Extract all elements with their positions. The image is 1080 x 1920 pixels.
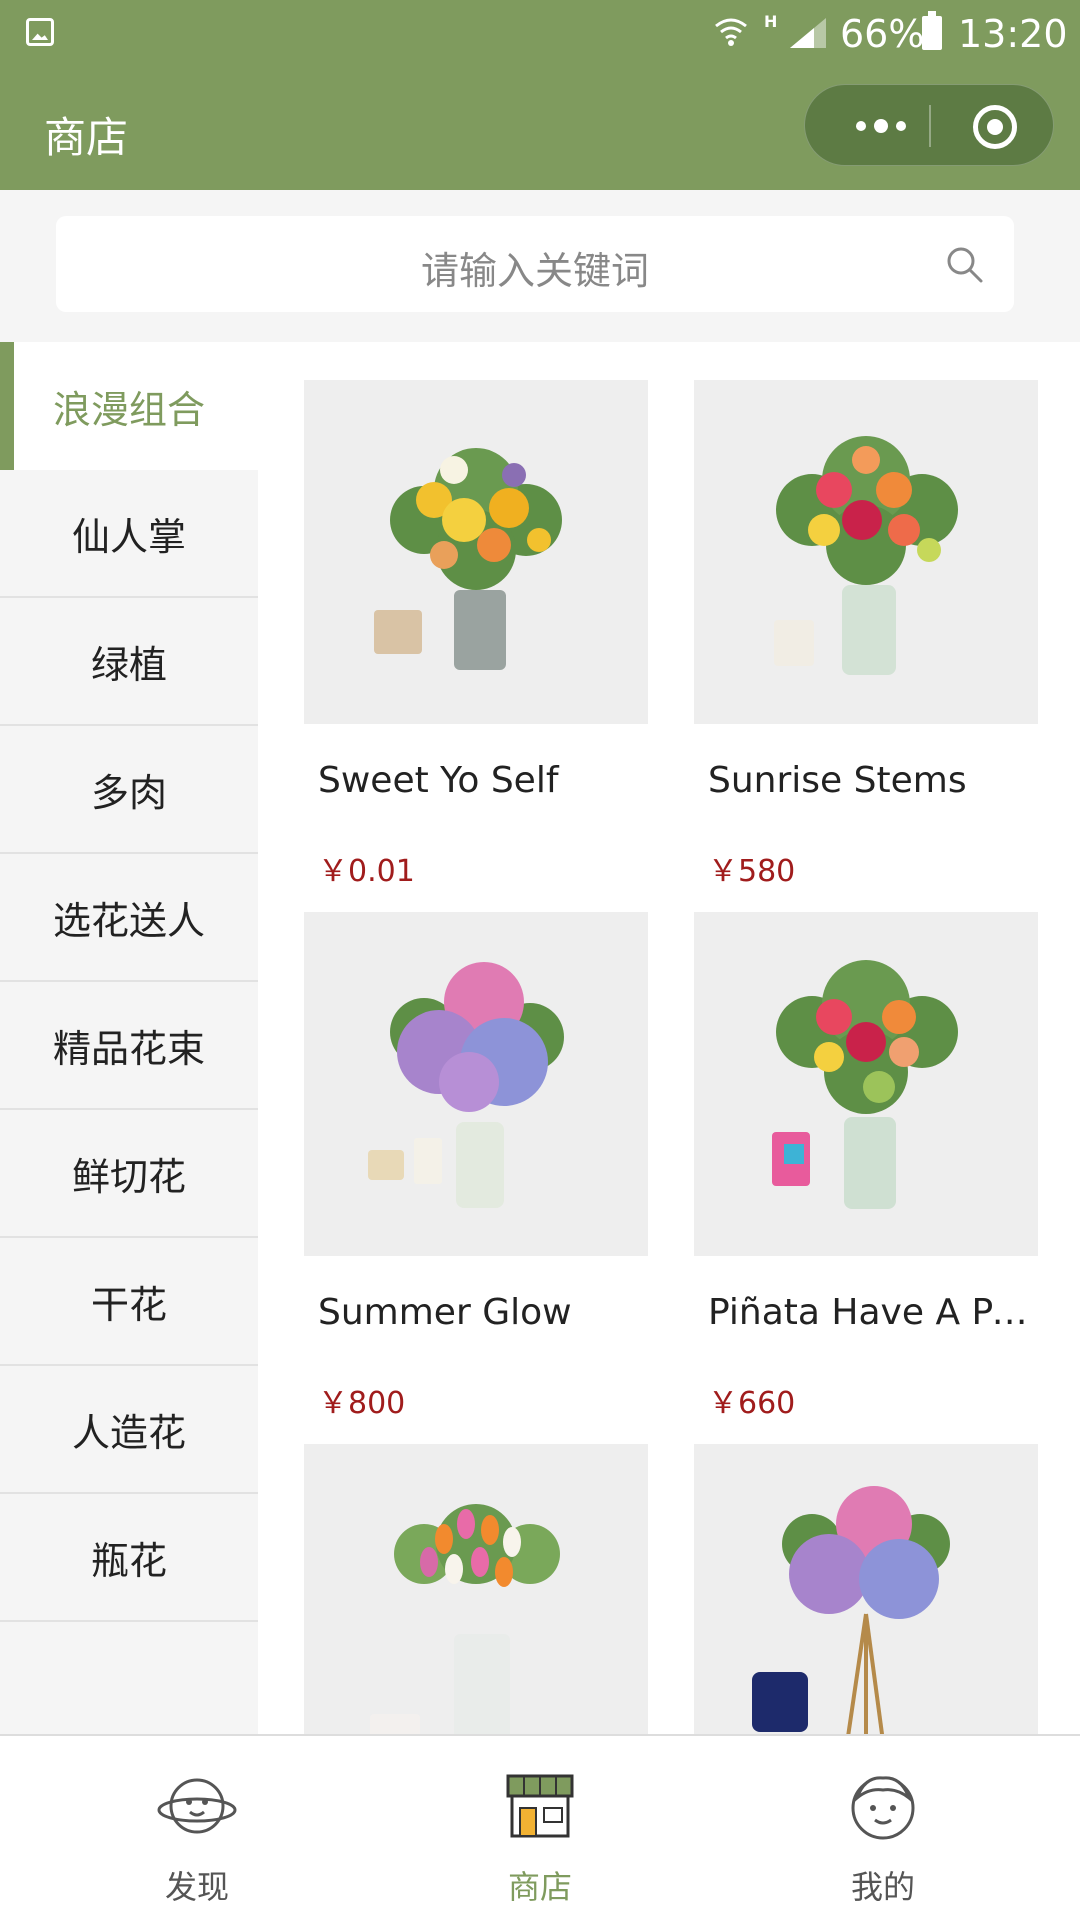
- battery-percent: 66%: [840, 12, 925, 56]
- more-dots-icon: [856, 121, 866, 131]
- category-label: 干花: [90, 1282, 167, 1327]
- person-face-icon: [851, 1776, 915, 1840]
- battery-icon: [922, 11, 942, 50]
- tab-profile[interactable]: 我的: [703, 1736, 1063, 1920]
- category-label: 浪漫组合: [52, 387, 205, 432]
- product-image: [694, 1444, 1038, 1734]
- gallery-icon: [26, 18, 54, 46]
- page-title: 商店: [44, 113, 129, 162]
- mini-program-capsule: [804, 84, 1054, 166]
- category-label: 人造花: [71, 1410, 186, 1455]
- category-label: 多肉: [90, 770, 167, 815]
- category-item-premium-bouquets[interactable]: 精品花束: [0, 982, 258, 1110]
- product-image: [304, 912, 648, 1256]
- product-card[interactable]: Summer Glow ￥800: [304, 912, 648, 1432]
- tab-label: 商店: [507, 1868, 572, 1906]
- tab-store[interactable]: 商店: [360, 1736, 720, 1920]
- status-time: 13:20: [958, 12, 1068, 56]
- category-item-dried-flowers[interactable]: 干花: [0, 1238, 258, 1366]
- signal-icon: [790, 18, 826, 48]
- product-name: Sweet Yo Self: [318, 760, 559, 801]
- search-icon[interactable]: [944, 244, 984, 284]
- tab-discover[interactable]: 发现: [17, 1736, 377, 1920]
- product-price: ￥580: [708, 854, 796, 889]
- category-label: 瓶花: [90, 1538, 167, 1583]
- storefront-icon: [506, 1774, 574, 1838]
- category-item-romance-combo[interactable]: 浪漫组合: [0, 342, 258, 470]
- category-label: 精品花束: [52, 1026, 205, 1071]
- product-image: [694, 380, 1038, 724]
- category-sidebar: 浪漫组合 仙人掌 绿植 多肉 选花送人 精品花束 鲜切花 干花 人造花 瓶花: [0, 342, 258, 1734]
- product-card[interactable]: [304, 1444, 648, 1734]
- wifi-icon: [715, 18, 747, 46]
- category-label: 鲜切花: [71, 1154, 186, 1199]
- tab-label: 我的: [850, 1868, 915, 1906]
- product-image: [304, 380, 648, 724]
- category-item-succulents[interactable]: 多肉: [0, 726, 258, 854]
- search-area: 请输入关键词: [0, 190, 1080, 342]
- planet-face-icon: [157, 1778, 237, 1834]
- category-item-gift-flowers[interactable]: 选花送人: [0, 854, 258, 982]
- product-name: Sunrise Stems: [708, 760, 967, 801]
- category-item-cactus[interactable]: 仙人掌: [0, 470, 258, 598]
- search-input[interactable]: 请输入关键词: [56, 216, 1014, 312]
- category-label: 绿植: [90, 642, 167, 687]
- capsule-divider: [929, 105, 931, 147]
- product-image: [694, 912, 1038, 1256]
- product-price: ￥660: [708, 1386, 796, 1421]
- product-name: Piñata Have A Pa…: [708, 1292, 1028, 1333]
- category-item-artificial-flowers[interactable]: 人造花: [0, 1366, 258, 1494]
- product-price: ￥800: [318, 1386, 406, 1421]
- nav-bar: 商店: [0, 66, 1080, 190]
- product-name: Summer Glow: [318, 1292, 572, 1333]
- product-card[interactable]: Sweet Yo Self ￥0.01: [304, 380, 648, 900]
- network-type-label: H: [764, 12, 778, 31]
- search-placeholder: 请输入关键词: [420, 249, 649, 293]
- category-item-fresh-cut[interactable]: 鲜切花: [0, 1110, 258, 1238]
- tab-label: 发现: [164, 1868, 229, 1906]
- product-card[interactable]: Sunrise Stems ￥580: [694, 380, 1038, 900]
- status-bar: H 66% 13:20: [0, 0, 1080, 66]
- product-price: ￥0.01: [318, 854, 415, 889]
- product-card[interactable]: Piñata Have A Pa… ￥660: [694, 912, 1038, 1432]
- bottom-tab-bar: 发现 商店 我的: [0, 1734, 1080, 1920]
- close-mini-program-button[interactable]: [973, 105, 1017, 149]
- category-label: 选花送人: [52, 898, 205, 943]
- product-image: [304, 1444, 648, 1734]
- product-card[interactable]: [694, 1444, 1038, 1734]
- category-label: 仙人掌: [71, 514, 186, 559]
- product-grid: Sweet Yo Self ￥0.01 Sunrise Stems ￥580 S…: [258, 342, 1080, 1734]
- category-item-green-plants[interactable]: 绿植: [0, 598, 258, 726]
- more-menu-button[interactable]: [841, 85, 921, 167]
- category-item-vase-flowers[interactable]: 瓶花: [0, 1494, 258, 1622]
